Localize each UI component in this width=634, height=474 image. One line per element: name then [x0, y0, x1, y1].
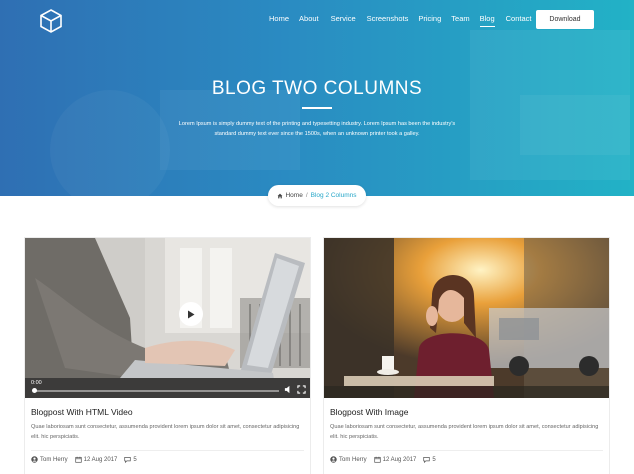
calendar-icon — [374, 456, 381, 463]
nav-item-contact[interactable]: Contact — [506, 14, 532, 23]
post-title[interactable]: Blogpost With HTML Video — [31, 407, 133, 417]
video-time: 0:00 — [31, 380, 42, 386]
post-comments[interactable]: 5 — [423, 456, 436, 463]
nav-item-screenshots[interactable]: Screenshots — [367, 14, 409, 23]
hero-description: Lorem Ipsum is simply dummy text of the … — [150, 120, 484, 139]
nav-item-team[interactable]: Team — [451, 14, 469, 23]
comment-icon — [423, 457, 431, 463]
post-author[interactable]: Tom Herry — [330, 456, 367, 463]
home-icon — [278, 193, 283, 198]
post-date: 12 Aug 2017 — [75, 456, 118, 463]
video-controls: 0:00 — [25, 376, 310, 398]
post-excerpt: Quae laboriosam sunt consectetur, assume… — [31, 424, 300, 440]
hero-banner: Home About Service Screenshots Pricing T… — [0, 0, 634, 196]
download-button[interactable]: Download — [536, 10, 594, 29]
post-meta: Tom Herry 12 Aug 2017 5 — [31, 456, 137, 463]
post-excerpt: Quae laboriosam sunt consectetur, assume… — [330, 424, 599, 440]
nav-menu: Home About Service Screenshots Pricing T… — [269, 14, 532, 27]
breadcrumb-current: Blog 2 Columns — [310, 192, 357, 199]
play-button[interactable] — [179, 302, 203, 326]
calendar-icon — [75, 456, 82, 463]
hero-description-line-1: Lorem Ipsum is simply dummy text of the … — [178, 121, 456, 127]
card-divider — [31, 450, 304, 451]
post-comments[interactable]: 5 — [124, 456, 137, 463]
post-date: 12 Aug 2017 — [374, 456, 417, 463]
comment-count: 5 — [133, 456, 137, 463]
post-author[interactable]: Tom Herry — [31, 456, 68, 463]
breadcrumb-home-link[interactable]: Home — [277, 192, 303, 199]
date-text: 12 Aug 2017 — [83, 456, 118, 463]
fullscreen-icon[interactable] — [297, 385, 306, 394]
nav-item-pricing[interactable]: Pricing — [418, 14, 441, 23]
user-icon — [31, 456, 38, 463]
hero-description-line-2: standard dummy text ever since the 1500s… — [214, 130, 420, 137]
nav-item-service[interactable]: Service — [331, 14, 356, 23]
comment-icon — [124, 457, 132, 463]
nav-item-home[interactable]: Home — [269, 14, 289, 23]
post-video[interactable]: 0:00 — [25, 238, 310, 398]
nav-item-about[interactable]: About — [299, 14, 319, 23]
cafe-woman-photo — [324, 238, 609, 398]
card-divider — [330, 450, 603, 451]
author-name: Tom Herry — [40, 456, 68, 463]
video-progress-bar[interactable] — [33, 390, 279, 392]
post-image[interactable] — [324, 238, 609, 398]
video-progress-handle[interactable] — [32, 388, 37, 393]
date-text: 12 Aug 2017 — [382, 456, 417, 463]
post-meta: Tom Herry 12 Aug 2017 5 — [330, 456, 436, 463]
nav-item-blog[interactable]: Blog — [479, 14, 495, 27]
author-name: Tom Herry — [339, 456, 367, 463]
comment-count: 5 — [432, 456, 436, 463]
title-underline — [302, 107, 332, 109]
breadcrumb-home-label: Home — [285, 192, 303, 199]
top-navigation: Home About Service Screenshots Pricing T… — [0, 0, 634, 40]
cube-logo-icon[interactable] — [38, 8, 64, 34]
video-thumbnail-image — [25, 238, 310, 398]
breadcrumb: Home / Blog 2 Columns — [268, 185, 366, 206]
breadcrumb-separator: / — [305, 192, 308, 199]
post-title[interactable]: Blogpost With Image — [330, 407, 408, 417]
page-title: BLOG TWO COLUMNS — [211, 78, 423, 99]
blog-card-video: 0:00 Blogpost With HTML Video Quae labor… — [24, 237, 311, 474]
play-icon — [188, 310, 195, 318]
user-icon — [330, 456, 337, 463]
blog-card-image: Blogpost With Image Quae laboriosam sunt… — [323, 237, 610, 474]
volume-icon[interactable] — [284, 385, 293, 394]
